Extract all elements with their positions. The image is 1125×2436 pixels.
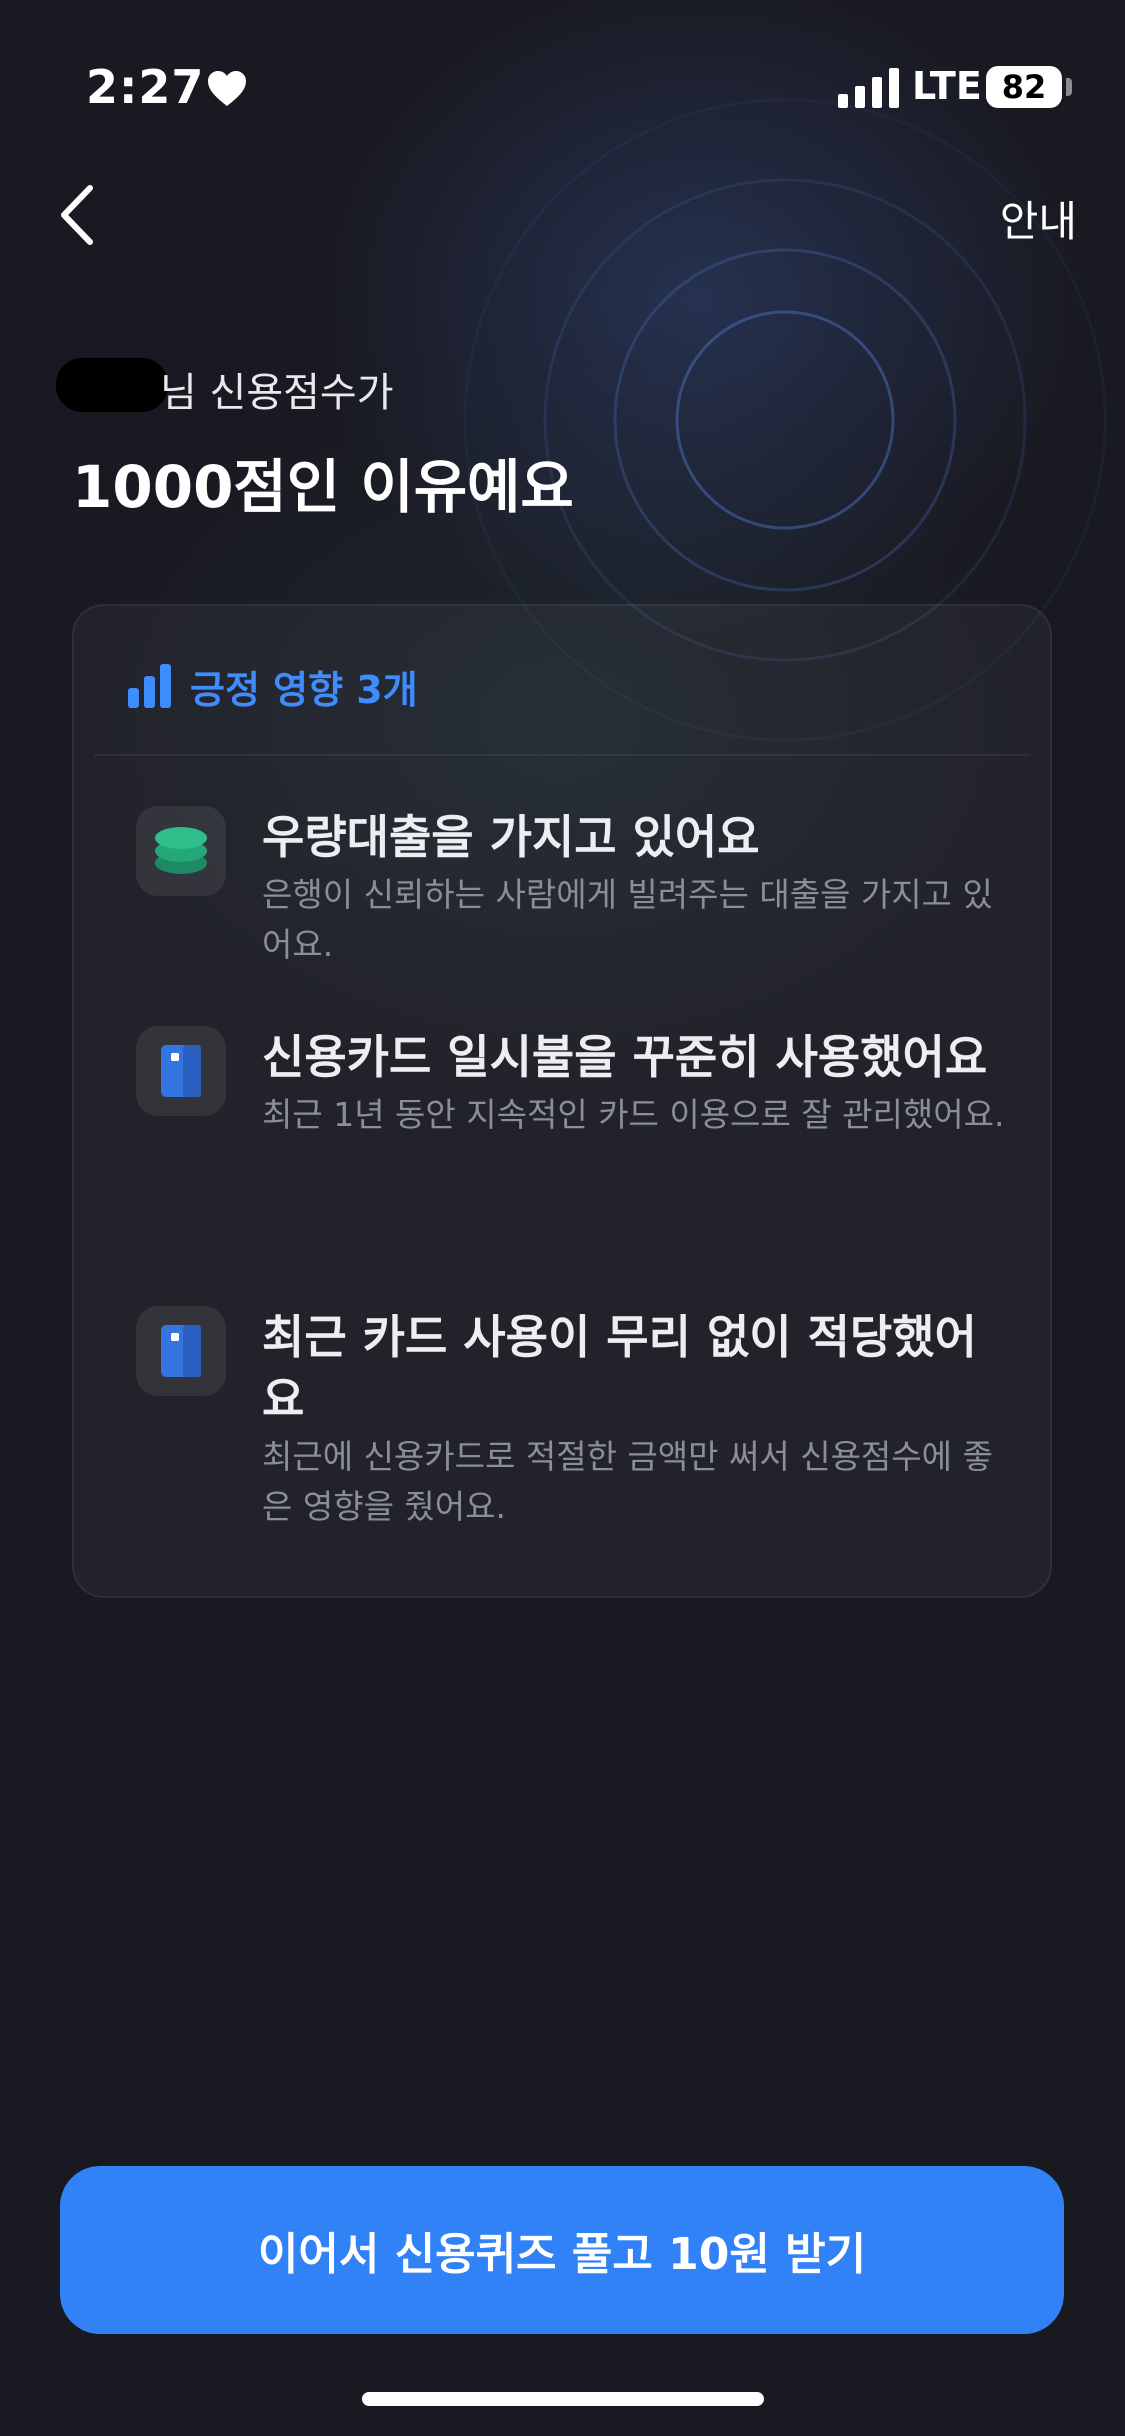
home-indicator[interactable]	[362, 2392, 764, 2406]
page-title: 1000점인 이유예요	[72, 453, 574, 521]
battery-level: 82	[1001, 68, 1047, 106]
network-type-label: LTE	[912, 64, 982, 108]
coins-stack-icon	[155, 827, 207, 874]
factor-text: 우량대출을 가지고 있어요 은행이 신뢰하는 사람에게 빌려주는 대출을 가지고…	[262, 806, 1012, 970]
redacted-user-name	[56, 358, 168, 412]
factor-icon-container	[136, 806, 226, 896]
page-subtitle: 님 신용점수가	[160, 370, 394, 416]
positive-impact-count: 긍정 영향 3개	[190, 667, 418, 712]
credit-card-icon	[161, 1045, 201, 1097]
positive-factors-card: 긍정 영향 3개 우량대출을 가지고 있어요 은행이 신뢰하는 사람에게 빌려주…	[72, 604, 1052, 1598]
factor-description: 최근에 신용카드로 적절한 금액만 써서 신용점수에 좋은 영향을 줬어요.	[262, 1437, 993, 1526]
battery-cap	[1066, 78, 1072, 96]
info-link[interactable]: 안내	[1000, 188, 1077, 249]
card-divider	[94, 754, 1030, 756]
factor-description: 은행이 신뢰하는 사람에게 빌려주는 대출을 가지고 있어요.	[262, 875, 993, 964]
heart-icon	[208, 71, 246, 106]
credit-card-icon	[161, 1325, 201, 1377]
factor-title: 우량대출을 가지고 있어요	[262, 810, 760, 864]
factor-icon-container	[136, 1026, 226, 1116]
factor-description: 최근 1년 동안 지속적인 카드 이용으로 잘 관리했어요.	[262, 1095, 1005, 1134]
factor-text: 신용카드 일시불을 꾸준히 사용했어요 최근 1년 동안 지속적인 카드 이용으…	[262, 1026, 1012, 1140]
factor-text: 최근 카드 사용이 무리 없이 적당했어요 최근에 신용카드로 적절한 금액만 …	[262, 1306, 1012, 1532]
factor-title: 신용카드 일시불을 꾸준히 사용했어요	[262, 1030, 988, 1084]
chevron-left-icon	[61, 185, 93, 245]
factor-title: 최근 카드 사용이 무리 없이 적당했어요	[262, 1310, 977, 1426]
bar-chart-icon	[128, 664, 171, 708]
back-button[interactable]	[50, 180, 110, 250]
card-header: 긍정 영향 3개	[126, 658, 418, 714]
cellular-signal-icon	[838, 68, 899, 108]
credit-score-reason-screen: 2:27 LTE 82 안내 님 신용점수가 1000점인 이유예요 긍정 영향…	[0, 0, 1125, 2436]
battery-indicator: 82	[986, 66, 1062, 108]
status-time: 2:27	[86, 60, 205, 114]
credit-quiz-cta-button[interactable]: 이어서 신용퀴즈 풀고 10원 받기	[60, 2166, 1064, 2334]
factor-icon-container	[136, 1306, 226, 1396]
